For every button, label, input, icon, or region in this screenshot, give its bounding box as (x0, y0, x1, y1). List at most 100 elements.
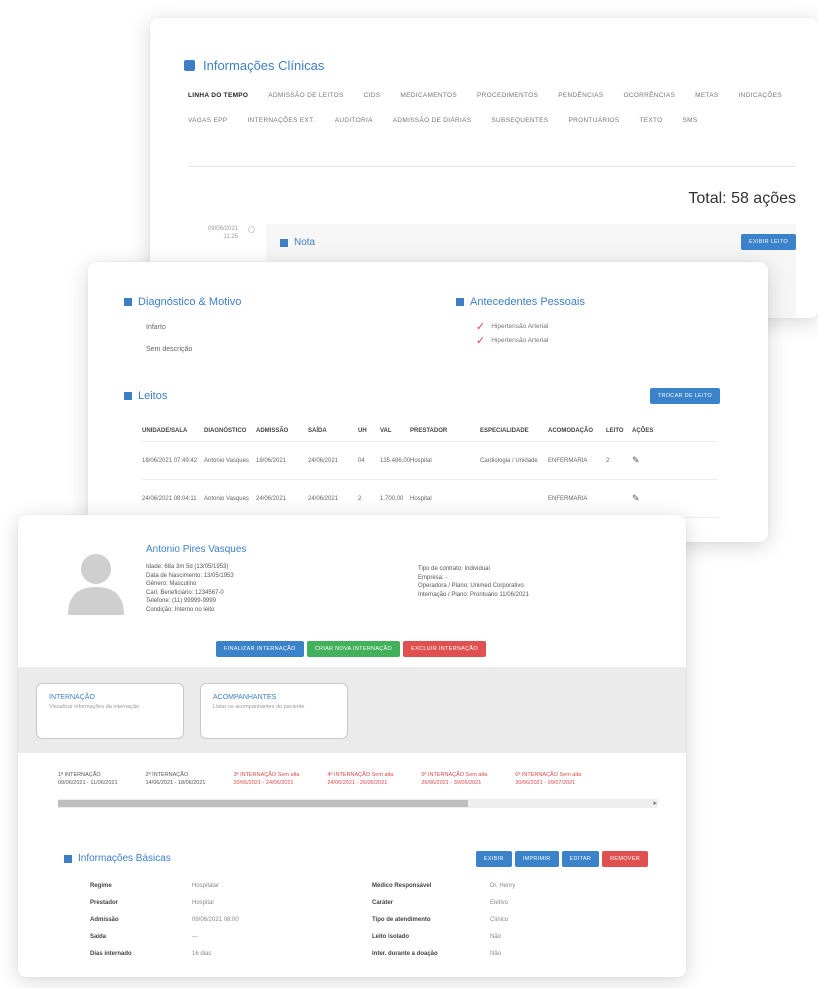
remover-button[interactable]: REMOVER (602, 851, 648, 867)
patient-card: Antonio Pires Vasques Idade: 68a 3m 5d (… (18, 515, 686, 977)
field-label: Dias internado (90, 951, 132, 957)
table-row[interactable]: 18/06/2021 07:49:42 Antonio Vasques 18/06/… (142, 442, 718, 480)
tab-pend-ncias[interactable]: PENDÊNCIAS (558, 92, 603, 99)
internacao-item[interactable]: 3ª INTERNAÇÃO Sem alta 20/06/2021 - 24/06… (234, 771, 300, 787)
horizontal-scrollbar[interactable]: ▸ (58, 799, 658, 808)
internacao-label: 3ª INTERNAÇÃO Sem alta (233, 772, 300, 778)
tab-admiss-o-de-leitos[interactable]: ADMISSÃO DE LEITOS (268, 92, 343, 99)
internacao-item[interactable]: 2ª INTERNAÇÃO 14/06/2021 - 18/06/2021 (146, 771, 206, 787)
column-header: SAÍDA (308, 427, 327, 434)
field-value: Clínico (490, 917, 509, 923)
scroll-right-icon[interactable]: ▸ (653, 799, 657, 807)
table-row[interactable]: 24/06/2021 08:04:11 Antonio Vasques 24/06/… (142, 480, 718, 518)
acompanhantes-card[interactable]: ACOMPANHANTES Listar os acompanhantes do… (200, 683, 348, 739)
tab-linha-do-tempo[interactable]: LINHA DO TEMPO (188, 92, 248, 99)
tab-indica-es[interactable]: INDICAÇÕES (739, 92, 782, 99)
tab-texto[interactable]: TEXTO (639, 117, 662, 124)
clinical-tabs: LINHA DO TEMPO ADMISSÃO DE LEITOS CIDS MEDI… (188, 92, 796, 124)
field-value: --- (192, 934, 198, 940)
table-cell: 1.700,00 (380, 495, 404, 502)
leitos-header: Leitos (124, 390, 167, 402)
table-cell: 18/06/2021 (256, 457, 287, 464)
leitos-title: Leitos (138, 390, 168, 402)
clinical-info-title: Informações Clínicas (203, 58, 325, 73)
exibir-leito-button[interactable]: EXIBIR LEITO (741, 234, 796, 250)
table-cell: Antonio Vasques (204, 457, 249, 464)
home-icon (124, 298, 132, 306)
trocar-leito-button[interactable]: TROCAR DE LEITO (649, 388, 720, 404)
patient-info-line: Gênero: Masculino (146, 581, 197, 587)
field-value: Hospitalar (192, 883, 220, 889)
internacao-label: 2ª INTERNAÇÃO (145, 772, 189, 778)
field-label: Tipo de atendimento (372, 917, 431, 923)
check-icon: ✓ (476, 321, 486, 333)
internacao-label: 4ª INTERNAÇÃO Sem alta (327, 772, 394, 778)
internacao-item[interactable]: 6ª INTERNAÇÃO Sem alta 30/06/2021 - 09/07… (515, 771, 581, 787)
tab-prontu-rios[interactable]: PRONTUÁRIOS (568, 117, 619, 124)
table-cell: Cardiologia / Unidade (480, 457, 538, 464)
patient-info-line: Carl. Beneficiário: 1234567-0 (146, 589, 224, 596)
editar-button[interactable]: EDITAR (561, 851, 600, 867)
table-cell: ENFERMARIA (548, 457, 588, 464)
field-label: Prestador (90, 900, 119, 906)
table-cell: 04 (358, 457, 365, 464)
edit-icon[interactable]: ✎ (632, 493, 652, 504)
patient-plan-line: Empresa: - (418, 574, 448, 581)
tab-cids[interactable]: CIDS (364, 92, 381, 99)
field-value: Não (490, 934, 502, 940)
internacao-item[interactable]: 5ª INTERNAÇÃO Sem alta 26/06/2021 - 30/06… (421, 771, 487, 787)
column-header: ADMISSÃO (256, 427, 289, 434)
table-cell: ENFERMARIA (548, 495, 588, 502)
patient-details: Idade: 68a 3m 5d (13/05/1953) Data de Nas… (146, 563, 234, 614)
field-value: Não (490, 951, 502, 957)
patient-plan-line: Internação / Plano: Prontuário 11/06/202… (418, 591, 529, 598)
tab-medicamentos[interactable]: MEDICAMENTOS (400, 92, 457, 99)
internacao-item[interactable]: 1ª INTERNAÇÃO 09/06/2021 - 11/06/2021 (58, 771, 118, 787)
field-label: Caráter (372, 900, 394, 906)
patient-name[interactable]: Antonio Pires Vasques (146, 544, 246, 555)
antecedente-item: ✓ Hipertensão Arterial (476, 334, 548, 347)
imprimir-button[interactable]: IMPRIMIR (514, 851, 559, 867)
tab-ocorr-ncias[interactable]: OCORRÊNCIAS (623, 92, 675, 99)
column-header: UH (358, 427, 367, 434)
field-label: Inter. durante a doação (372, 951, 438, 957)
scrollbar-thumb[interactable] (58, 800, 468, 807)
tab-interna-es-ext-[interactable]: INTERNAÇÕES EXT. (247, 117, 314, 124)
patient-info-line: Idade: 68a 3m 5d (13/05/1953) (146, 564, 229, 570)
finalizar-internacao-button[interactable]: FINALIZAR INTERNAÇÃO (216, 641, 304, 657)
table-cell: Hospital (410, 457, 432, 464)
column-header: LEITO (606, 427, 624, 434)
edit-icon[interactable]: ✎ (632, 455, 652, 466)
column-header: VAL (380, 427, 392, 434)
diagnosis-title: Diagnóstico & Motivo (138, 296, 242, 308)
user-icon (64, 854, 72, 863)
internacao-item[interactable]: 4ª INTERNAÇÃO Sem alta 24/06/2021 - 26/06… (327, 771, 393, 787)
field-label: Regime (90, 883, 112, 889)
total-actions: Total: 58 ações (688, 190, 796, 207)
tab-auditoria[interactable]: AUDITORIA (335, 117, 373, 124)
tab-vagas-epp[interactable]: VAGAS EPP (188, 117, 227, 124)
column-header: ESPECIALIDADE (480, 427, 529, 434)
antecedentes-header: Antecedentes Pessoais (456, 296, 585, 308)
avatar (68, 554, 124, 615)
bed-icon (124, 392, 132, 400)
column-header: PRESTADOR (410, 427, 448, 434)
internacao-dates: 14/06/2021 - 18/06/2021 (145, 780, 206, 786)
patient-plan-line: Tipo de contrato: Individual (418, 566, 490, 572)
table-cell: 24/06/2021 (256, 495, 287, 502)
internacao-dates: 24/06/2021 - 26/06/2021 (327, 780, 388, 786)
antecedente-label: Hipertensão Arterial (491, 337, 549, 344)
internacao-card[interactable]: INTERNAÇÃO Visualizar informações da int… (36, 683, 184, 739)
tab-sms[interactable]: SMS (683, 117, 698, 124)
exibir-button[interactable]: EXIBIR (475, 851, 512, 867)
patient-info-line: Condição: Interno no leito (146, 606, 215, 613)
tab-metas[interactable]: METAS (695, 92, 718, 99)
leitos-table: UNIDADE/SALA DIAGNÓSTICO ADMISSÃO SAÍDA UH VA… (142, 420, 718, 518)
excluir-internacao-button[interactable]: EXCLUIR INTERNAÇÃO (403, 641, 486, 657)
tab-procedimentos[interactable]: PROCEDIMENTOS (477, 92, 538, 99)
tab-admiss-o-de-di-rias[interactable]: ADMISSÃO DE DIÁRIAS (393, 117, 472, 124)
field-value: 16 dias (192, 951, 212, 957)
tab-subsequentes[interactable]: SUBSEQUENTES (491, 117, 548, 124)
criar-internacao-button[interactable]: CRIAR NOVA INTERNAÇÃO (306, 641, 401, 657)
antecedente-label: Hipertensão Arterial (491, 323, 549, 330)
